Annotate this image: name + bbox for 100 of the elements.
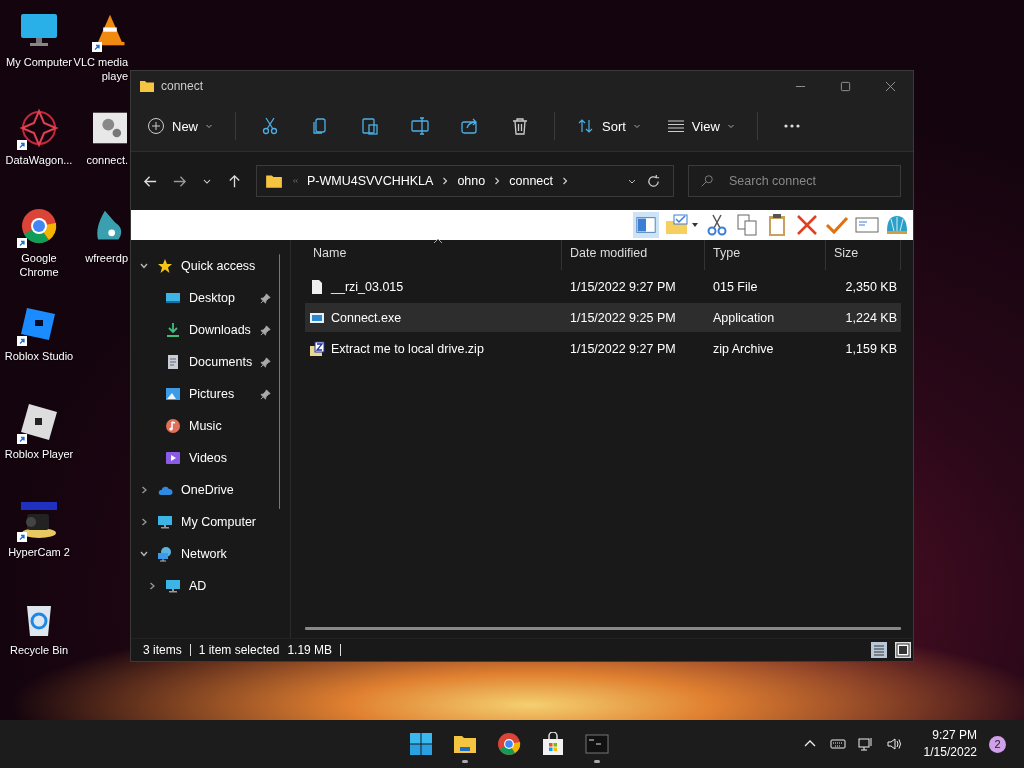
sidebar-item[interactable]: Pictures (189, 387, 235, 401)
sidebar-item[interactable]: Network (181, 547, 227, 561)
caret-down-icon[interactable] (691, 221, 699, 229)
chevron-down-icon[interactable] (139, 549, 149, 559)
chevron-right-icon[interactable] (493, 176, 502, 186)
selected-file-row[interactable]: Connect.exe 1/15/2022 9:25 PM Application 1,224 KB (305, 303, 901, 332)
caret-down-icon (205, 122, 213, 130)
monitor-icon (165, 578, 181, 594)
desktop-icon-label[interactable]: Chrome (19, 265, 59, 279)
scissors-icon[interactable] (705, 213, 729, 237)
network-icon[interactable] (857, 736, 874, 752)
desktop-icon-label[interactable]: Google (21, 251, 57, 265)
desktop-icon-label[interactable]: My Computer (6, 55, 72, 69)
sidebar-item[interactable]: Downloads (189, 323, 251, 337)
notification-badge[interactable]: 2 (989, 735, 1006, 753)
selection-size: 1.19 MB (287, 643, 333, 657)
file-name: __rzi_03.015 (330, 279, 404, 294)
search-field[interactable]: Search connect (688, 165, 901, 197)
table-cell-text: 1,159 KB (844, 341, 898, 356)
close-icon[interactable] (885, 80, 896, 92)
clock-date[interactable]: 1/15/2022 (923, 744, 977, 761)
tiles-view-icon[interactable] (895, 642, 911, 658)
sidebar-item[interactable]: Quick access (181, 259, 256, 273)
sidebar-item[interactable]: Desktop (189, 291, 235, 305)
store-bag-icon[interactable] (541, 731, 565, 756)
breadcrumb[interactable]: P-WMU4SVVCHHKLA (307, 174, 434, 188)
sort-arrows-icon (577, 117, 595, 135)
desktop-icon-label[interactable]: connect. (86, 153, 128, 167)
scrollbar[interactable] (279, 254, 280, 509)
table-cell-text: zip Archive (712, 341, 775, 356)
chrome-icon (19, 206, 59, 246)
table-cell-text: 1/15/2022 9:25 PM (569, 310, 677, 325)
sidebar-item[interactable]: My Computer (181, 515, 257, 529)
folder-icon (139, 78, 155, 94)
delete-icon[interactable] (510, 116, 530, 136)
sidebar-item[interactable]: OneDrive (181, 483, 234, 497)
sort-button[interactable]: Sort (573, 111, 645, 141)
layout-pane-icon[interactable] (633, 212, 659, 238)
rename-icon[interactable] (410, 116, 430, 136)
share-icon[interactable] (460, 116, 480, 136)
clock-time[interactable]: 9:27 PM (932, 727, 977, 744)
maximize-icon[interactable] (840, 80, 851, 92)
desktop-icon-label[interactable]: Roblox Player (4, 447, 74, 461)
terminal-icon[interactable] (585, 731, 609, 756)
sidebar-item[interactable]: Music (189, 419, 222, 433)
sidebar-item[interactable]: Videos (189, 451, 227, 465)
chevron-right-icon[interactable] (147, 581, 157, 591)
file-row[interactable]: Extract me to local drive.zip 1/15/2022 9:27 PM zip Archive 1,159 KB (305, 334, 901, 363)
desktop-icon-label[interactable]: DataWagon... (5, 153, 73, 167)
sidebar-item[interactable]: AD (189, 579, 207, 593)
table-cell-text: 2,350 KB (844, 279, 898, 294)
desktop-icon-label[interactable]: HyperCam 2 (8, 545, 70, 559)
volume-icon[interactable] (885, 736, 902, 752)
new-button[interactable]: New (143, 111, 217, 141)
star-pattern-icon (19, 108, 59, 148)
up-arrow-icon[interactable] (227, 173, 242, 189)
chevron-right-icon[interactable] (441, 176, 450, 186)
item-count: 3 items (143, 643, 182, 657)
chevron-down-icon[interactable] (139, 261, 149, 271)
chrome-icon[interactable] (497, 731, 521, 756)
scrollbar[interactable] (305, 627, 901, 630)
column-header[interactable]: Type (705, 240, 826, 270)
table-cell-text: Application (712, 310, 776, 325)
caret-down-icon (726, 122, 735, 130)
desktop-icon-label[interactable]: playe (101, 69, 128, 83)
view-button[interactable]: View (662, 111, 739, 141)
file-row[interactable]: __rzi_03.015 1/15/2022 9:27 PM 015 File 2,350 KB (305, 272, 901, 301)
breadcrumb[interactable]: ohno (457, 174, 486, 188)
desktop-icon-label[interactable]: Recycle Bin (9, 643, 69, 657)
desktop-icon-label[interactable]: VLC media (73, 55, 128, 69)
folder-icon (265, 172, 283, 190)
download-icon (165, 322, 181, 338)
list-lines-icon (666, 117, 685, 135)
desktop-icon-label[interactable]: wfreerdp (85, 251, 128, 265)
refresh-icon[interactable] (646, 173, 661, 189)
chevron-right-icon[interactable] (139, 517, 149, 527)
x-mark-icon[interactable] (795, 213, 819, 237)
monitor-icon (157, 514, 173, 530)
file-name: Extract me to local drive.zip (330, 341, 484, 356)
folder-check-icon[interactable] (665, 213, 689, 237)
shell-icon[interactable] (885, 213, 909, 237)
address-bar[interactable]: P-WMU4SVVCHHKLA ohno connect (256, 165, 674, 197)
paste-icon[interactable] (360, 116, 380, 136)
star-icon (157, 258, 173, 274)
desktop-icon-label[interactable]: Roblox Studio (4, 349, 74, 363)
network-icon (157, 546, 173, 562)
file-name: Connect.exe (330, 310, 402, 325)
windows-logo-icon[interactable] (409, 731, 433, 756)
column-header[interactable]: Date modified (562, 240, 705, 270)
sidebar-item[interactable]: Documents (189, 355, 253, 369)
breadcrumb[interactable]: connect (509, 174, 553, 188)
sort-caret-icon (433, 238, 443, 244)
picture-icon (165, 386, 181, 402)
cut-icon[interactable] (260, 116, 280, 136)
chevron-right-icon[interactable] (561, 176, 569, 186)
keyboard-icon[interactable] (829, 736, 846, 752)
column-header[interactable]: Size (826, 240, 901, 270)
column-header[interactable]: Name (305, 240, 562, 270)
chevron-right-icon[interactable] (139, 485, 149, 495)
plus-circle-icon (147, 117, 165, 135)
